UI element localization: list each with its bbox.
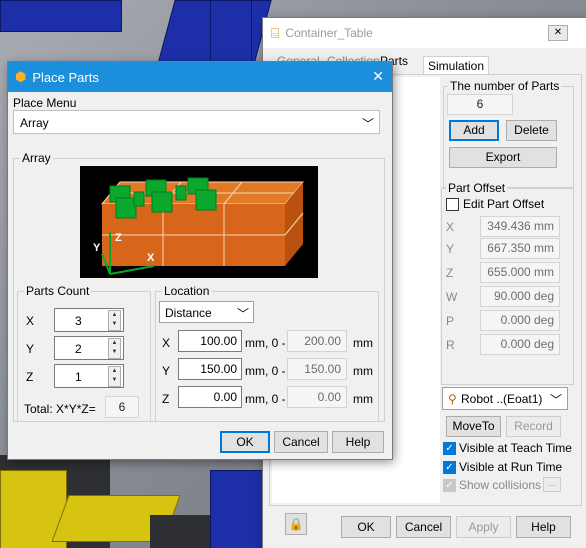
show-collisions-checkbox[interactable]: ✓ xyxy=(443,479,456,492)
visible-run-checkbox[interactable]: ✓ xyxy=(443,461,456,474)
container-table-title: Container_Table xyxy=(285,26,373,40)
chevron-down-icon: ﹀ xyxy=(549,393,562,407)
offset-r-label: R xyxy=(446,338,455,352)
offset-x-label: X xyxy=(446,220,455,234)
export-button[interactable]: Export xyxy=(449,147,557,168)
count-y-value: 2 xyxy=(75,342,82,356)
count-z-value: 1 xyxy=(75,370,82,384)
robot-select[interactable]: ⚲ Robot ..(Eoat1) ﹀ xyxy=(442,387,568,410)
edit-part-offset-label: Edit Part Offset xyxy=(463,197,545,211)
array-label: Array xyxy=(20,151,53,165)
count-x-label: X xyxy=(26,314,35,328)
count-y-label: Y xyxy=(26,342,35,356)
parts-count-label: Parts Count xyxy=(24,284,92,298)
place-parts-titlebar: ⬢ Place Parts xyxy=(8,62,392,92)
loc-y-label: Y xyxy=(162,364,171,378)
preview-axis-y: Y xyxy=(93,242,101,254)
container-table-close-button[interactable]: ✕ xyxy=(548,25,568,41)
offset-z-label: Z xyxy=(446,266,454,280)
location-mode-value: Distance xyxy=(165,306,212,320)
loc-y-input[interactable]: 150.00 xyxy=(178,358,242,380)
spinner-arrows-icon[interactable]: ▲ ▼ xyxy=(108,310,121,331)
lock-button[interactable]: 🔒 xyxy=(285,513,307,535)
add-button[interactable]: Add xyxy=(449,120,499,141)
record-button[interactable]: Record xyxy=(506,416,561,437)
loc-z-label: Z xyxy=(162,392,170,406)
count-x-spinner[interactable]: 3 ▲ ▼ xyxy=(54,308,124,332)
moveto-button[interactable]: MoveTo xyxy=(446,416,501,437)
spinner-arrows-icon[interactable]: ▲ ▼ xyxy=(108,338,121,359)
close-icon: ✕ xyxy=(372,68,384,84)
loc-x-input[interactable]: 100.00 xyxy=(178,330,242,352)
location-label: Location xyxy=(162,284,212,298)
lock-icon: 🔒 xyxy=(288,517,304,531)
loc-z-max-unit: mm xyxy=(353,392,373,406)
array-preview-image xyxy=(80,166,318,278)
offset-y-value: 667.350 mm xyxy=(480,238,560,259)
offset-y-label: Y xyxy=(446,242,455,256)
loc-y-max-unit: mm xyxy=(353,364,373,378)
delete-button[interactable]: Delete xyxy=(506,120,557,141)
place-parts-title: Place Parts xyxy=(32,69,99,85)
chevron-down-icon: ﹀ xyxy=(361,117,374,131)
collision-options-button[interactable]: ... xyxy=(543,477,561,492)
container-ok-button[interactable]: OK xyxy=(341,516,391,538)
preview-axis-z: Z xyxy=(115,232,122,244)
close-icon: ✕ xyxy=(553,27,563,38)
offset-w-value: 90.000 deg xyxy=(480,286,560,307)
container-help-button[interactable]: Help xyxy=(516,516,571,538)
robot-select-value: Robot ..(Eoat1) xyxy=(461,392,543,406)
loc-x-max-unit: mm xyxy=(353,336,373,350)
offset-r-value: 0.000 deg xyxy=(480,334,560,355)
robot-base-block xyxy=(0,0,122,32)
spinner-arrows-icon[interactable]: ▲ ▼ xyxy=(108,366,121,387)
apply-button[interactable]: Apply xyxy=(456,516,511,538)
location-mode-select[interactable]: Distance ﹀ xyxy=(159,301,254,323)
count-z-spinner[interactable]: 1 ▲ ▼ xyxy=(54,364,124,388)
place-menu-select[interactable]: Array ﹀ xyxy=(13,110,380,134)
container-cancel-button[interactable]: Cancel xyxy=(396,516,451,538)
place-parts-close-button[interactable]: ✕ xyxy=(372,68,384,85)
container-table-icon: ⌸ xyxy=(271,24,280,41)
total-label: Total: X*Y*Z= xyxy=(24,402,96,416)
offset-w-label: W xyxy=(446,290,458,304)
count-y-spinner[interactable]: 2 ▲ ▼ xyxy=(54,336,124,360)
number-of-parts-value: 6 xyxy=(447,94,513,115)
tab-simulation[interactable]: Simulation xyxy=(423,56,490,75)
count-z-label: Z xyxy=(26,370,34,384)
number-of-parts-label: The number of Parts xyxy=(448,79,562,93)
show-collisions-label: Show collisions xyxy=(459,478,542,492)
place-menu-value: Array xyxy=(20,116,49,130)
place-help-button[interactable]: Help xyxy=(332,431,384,453)
total-value: 6 xyxy=(105,396,139,418)
loc-y-max: 150.00 xyxy=(287,358,347,380)
offset-z-value: 655.000 mm xyxy=(480,262,560,283)
place-parts-dialog: ⬢ Place Parts ✕ Place Menu Array ﹀ Array xyxy=(8,62,392,459)
robot-icon: ⚲ xyxy=(448,392,457,406)
loc-x-label: X xyxy=(162,336,171,350)
loc-z-max: 0.00 xyxy=(287,386,347,408)
place-cancel-button[interactable]: Cancel xyxy=(274,431,328,453)
preview-axis-x: X xyxy=(147,252,155,264)
loc-x-unit: mm, 0 - xyxy=(245,336,286,350)
chevron-down-icon: ﹀ xyxy=(236,307,249,321)
visible-teach-label: Visible at Teach Time xyxy=(459,441,572,455)
count-x-value: 3 xyxy=(75,314,82,328)
offset-x-value: 349.436 mm xyxy=(480,216,560,237)
conveyor-block xyxy=(210,0,252,62)
loc-x-max: 200.00 xyxy=(287,330,347,352)
place-ok-button[interactable]: OK xyxy=(220,431,270,453)
loc-y-unit: mm, 0 - xyxy=(245,364,286,378)
visible-run-label: Visible at Run Time xyxy=(459,460,563,474)
part-offset-label: Part Offset xyxy=(446,181,508,195)
place-menu-label: Place Menu xyxy=(13,96,77,110)
offset-p-label: P xyxy=(446,314,455,328)
loc-z-input[interactable]: 0.00 xyxy=(178,386,242,408)
loc-z-unit: mm, 0 - xyxy=(245,392,286,406)
place-parts-icon: ⬢ xyxy=(15,69,27,84)
container-table-titlebar: ⌸ Container_Table xyxy=(263,18,586,48)
edit-part-offset-checkbox[interactable] xyxy=(446,198,459,211)
visible-teach-checkbox[interactable]: ✓ xyxy=(443,442,456,455)
offset-p-value: 0.000 deg xyxy=(480,310,560,331)
